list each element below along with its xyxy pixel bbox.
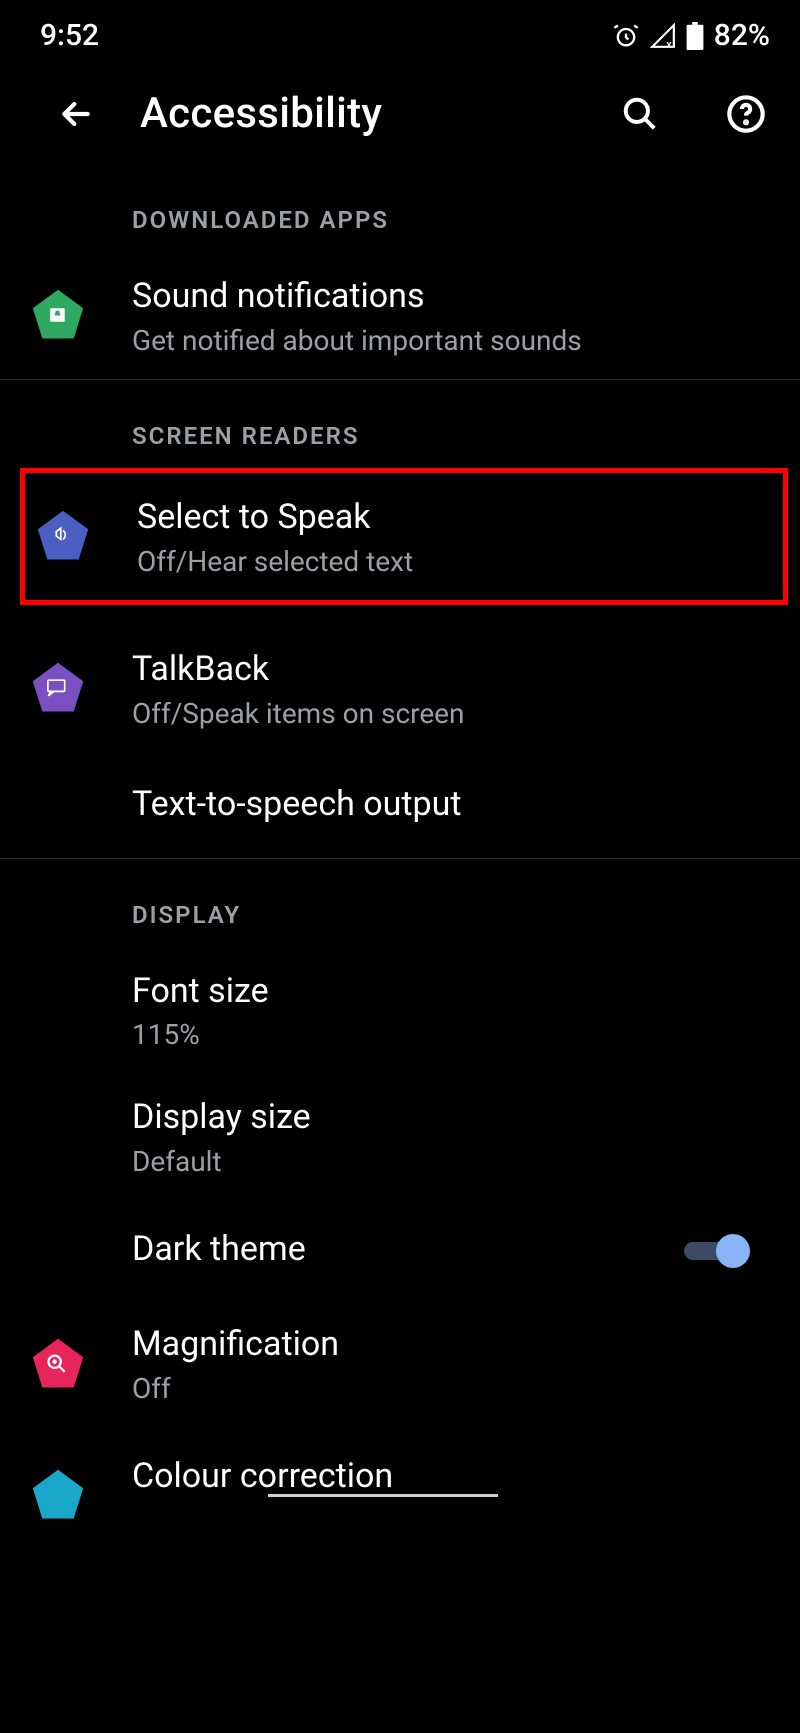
app-bar: Accessibility xyxy=(0,63,800,164)
setting-subtitle: Off/Speak items on screen xyxy=(132,697,770,730)
signal-icon: x xyxy=(650,23,676,49)
alarm-icon xyxy=(612,22,640,50)
dark-theme-toggle[interactable] xyxy=(680,1230,750,1270)
setting-title: TalkBack xyxy=(132,647,770,693)
select-to-speak-icon xyxy=(35,508,91,564)
setting-title: Text-to-speech output xyxy=(132,782,770,828)
setting-text-to-speech[interactable]: Text-to-speech output xyxy=(0,752,800,858)
section-display: DISPLAY xyxy=(0,859,800,947)
talkback-icon xyxy=(30,660,86,716)
colour-correction-icon xyxy=(30,1467,86,1523)
setting-sound-notifications[interactable]: Sound notifications Get notified about i… xyxy=(0,252,800,379)
svg-text:x: x xyxy=(666,37,672,48)
status-time: 9:52 xyxy=(40,18,99,53)
section-screen-readers: SCREEN READERS xyxy=(0,380,800,468)
setting-title: Sound notifications xyxy=(132,274,770,320)
setting-subtitle: 115% xyxy=(132,1018,770,1051)
battery-percent: 82% xyxy=(714,18,770,53)
setting-talkback[interactable]: TalkBack Off/Speak items on screen xyxy=(0,625,800,752)
magnification-icon xyxy=(30,1336,86,1392)
setting-font-size[interactable]: Font size 115% xyxy=(0,947,800,1074)
setting-subtitle: Off xyxy=(132,1372,770,1405)
setting-subtitle: Off/Hear selected text xyxy=(137,545,753,578)
setting-display-size[interactable]: Display size Default xyxy=(0,1073,800,1200)
setting-subtitle: Default xyxy=(132,1145,770,1178)
setting-dark-theme[interactable]: Dark theme xyxy=(0,1200,800,1300)
setting-colour-correction[interactable]: Colour correction xyxy=(0,1427,800,1527)
setting-subtitle: Get notified about important sounds xyxy=(132,324,770,357)
setting-title: Select to Speak xyxy=(137,495,753,541)
setting-title: Font size xyxy=(132,969,770,1015)
back-button[interactable] xyxy=(52,90,100,138)
setting-magnification[interactable]: Magnification Off xyxy=(0,1300,800,1427)
setting-title: Display size xyxy=(132,1095,770,1141)
highlight-select-to-speak: Select to Speak Off/Hear selected text xyxy=(20,468,788,605)
battery-icon xyxy=(686,22,704,50)
status-bar: 9:52 x 82% xyxy=(0,0,800,63)
status-right: x 82% xyxy=(612,18,770,53)
section-downloaded-apps: DOWNLOADED APPS xyxy=(0,164,800,252)
sound-notifications-icon xyxy=(30,287,86,343)
page-title: Accessibility xyxy=(140,89,558,138)
setting-select-to-speak[interactable]: Select to Speak Off/Hear selected text xyxy=(25,473,783,600)
help-button[interactable] xyxy=(722,90,770,138)
decorative-line xyxy=(268,1494,498,1497)
setting-title: Dark theme xyxy=(132,1227,680,1273)
setting-title: Magnification xyxy=(132,1322,770,1368)
search-button[interactable] xyxy=(616,90,664,138)
